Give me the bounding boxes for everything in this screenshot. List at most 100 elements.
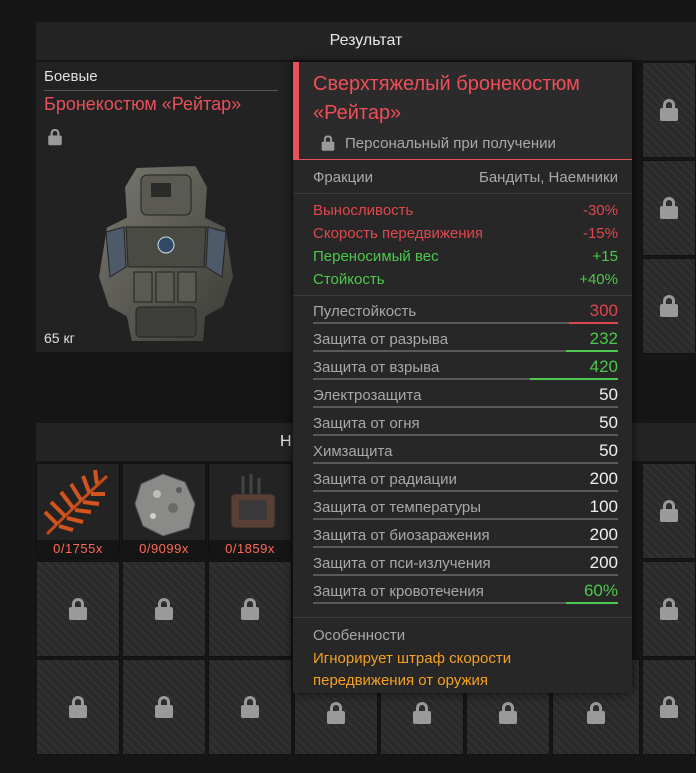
- rock-icon: [134, 473, 196, 537]
- lock-icon: [48, 128, 62, 146]
- locked-slot[interactable]: [208, 561, 292, 657]
- lock-icon: [660, 500, 678, 522]
- lock-icon: [660, 696, 678, 718]
- result-title: Результат: [329, 32, 403, 49]
- fern-icon: [43, 469, 109, 536]
- protection-value: 50: [599, 441, 618, 460]
- separator: [293, 193, 632, 194]
- protection-row: Защита от пси-излучения 200: [313, 552, 618, 578]
- protection-row: Защита от кровотечения 60%: [313, 580, 618, 606]
- protection-label: Защита от взрыва: [313, 359, 440, 376]
- material-count: 0/1859x: [209, 540, 291, 558]
- protection-bar-fill: [566, 350, 618, 352]
- divider: [44, 90, 278, 91]
- lock-icon: [241, 598, 259, 620]
- protection-label: Защита от биозаражения: [313, 527, 490, 544]
- modifier-row: Переносимый вес +15: [313, 248, 618, 265]
- locked-slot[interactable]: [122, 561, 206, 657]
- bind-status-label: Персональный при получении: [345, 134, 556, 152]
- modifier-row: Выносливость -30%: [313, 202, 618, 219]
- locked-slot[interactable]: [122, 659, 206, 755]
- protection-row: Электрозащита 50: [313, 384, 618, 410]
- protection-row: Защита от взрыва 420: [313, 356, 618, 382]
- protection-label: Химзащита: [313, 443, 393, 460]
- modifier-row: Стойкость +40%: [313, 271, 618, 288]
- tooltip-header: Сверхтяжелый бронекостюм «Рейтар» Персон…: [293, 62, 632, 160]
- protection-bar-track: [313, 490, 618, 492]
- lock-icon: [413, 702, 431, 724]
- features-label: Особенности: [313, 627, 406, 644]
- tooltip-title: Сверхтяжелый бронекостюм «Рейтар»: [313, 73, 580, 124]
- lock-icon: [660, 197, 678, 219]
- modifier-label: Переносимый вес: [313, 248, 439, 265]
- protection-bar-fill: [566, 602, 618, 604]
- protection-value: 200: [589, 553, 618, 572]
- modifier-value: +40%: [579, 271, 618, 288]
- locked-slot[interactable]: [208, 659, 292, 755]
- lock-icon: [660, 99, 678, 121]
- locked-slot[interactable]: [642, 258, 696, 354]
- protection-row: Химзащита 50: [313, 440, 618, 466]
- locked-slot[interactable]: [642, 160, 696, 256]
- protection-bar-track: [313, 462, 618, 464]
- lock-icon: [155, 598, 173, 620]
- protection-label: Защита от кровотечения: [313, 583, 484, 600]
- item-card[interactable]: Боевые Бронекостюм «Рейтар» 65 кг: [36, 62, 292, 352]
- item-tooltip: Сверхтяжелый бронекостюм «Рейтар» Персон…: [293, 62, 632, 693]
- modifier-value: -15%: [582, 225, 618, 242]
- locked-slot[interactable]: [642, 62, 696, 158]
- protection-value: 232: [589, 329, 618, 348]
- device-icon: [230, 474, 276, 529]
- protection-bar-track: [313, 518, 618, 520]
- protection-value: 300: [589, 301, 618, 320]
- lock-icon: [69, 598, 87, 620]
- lock-icon: [321, 135, 335, 151]
- lock-icon: [241, 696, 259, 718]
- protection-label: Защита от огня: [313, 415, 420, 432]
- protection-label: Защита от разрыва: [313, 331, 449, 348]
- protection-label: Пулестойкость: [313, 303, 417, 320]
- locked-slot[interactable]: [36, 561, 120, 657]
- result-header: Результат: [36, 22, 696, 60]
- protection-value: 200: [589, 525, 618, 544]
- lock-icon: [660, 295, 678, 317]
- lock-icon: [660, 598, 678, 620]
- material-slot[interactable]: 0/9099x: [122, 463, 206, 559]
- protection-bar-track: [313, 406, 618, 408]
- item-name: Бронекостюм «Рейтар»: [44, 94, 242, 114]
- locked-slot[interactable]: [642, 463, 696, 559]
- modifier-value: +15: [592, 248, 618, 265]
- locked-slot[interactable]: [642, 561, 696, 657]
- modifier-label: Скорость передвижения: [313, 225, 484, 242]
- material-count: 0/1755x: [37, 540, 119, 558]
- factions-label: Фракции: [313, 169, 373, 186]
- protection-bar-track: [313, 574, 618, 576]
- protection-value: 100: [589, 497, 618, 516]
- locked-slot[interactable]: [642, 659, 696, 755]
- material-slot[interactable]: 0/1755x: [36, 463, 120, 559]
- protection-bar-fill: [529, 378, 618, 380]
- locked-slot[interactable]: [36, 659, 120, 755]
- bind-status: Персональный при получении: [319, 132, 556, 154]
- factions-row: Фракции Бандиты, Наемники: [313, 169, 618, 186]
- protection-label: Защита от пси-излучения: [313, 555, 491, 572]
- protection-label: Защита от радиации: [313, 471, 457, 488]
- material-slot[interactable]: 0/1859x: [208, 463, 292, 559]
- lock-icon: [69, 696, 87, 718]
- protection-value: 50: [599, 413, 618, 432]
- protection-row: Защита от радиации 200: [313, 468, 618, 494]
- protection-row: Защита от биозаражения 200: [313, 524, 618, 550]
- lock-icon: [155, 696, 173, 718]
- lock-icon: [499, 702, 517, 724]
- item-weight: 65 кг: [44, 330, 75, 346]
- protection-row: Защита от огня 50: [313, 412, 618, 438]
- lock-icon: [587, 702, 605, 724]
- protection-row: Пулестойкость 300: [313, 300, 618, 326]
- modifier-label: Стойкость: [313, 271, 385, 288]
- protection-bar-track: [313, 546, 618, 548]
- protection-value: 420: [589, 357, 618, 376]
- modifier-value: -30%: [582, 202, 618, 219]
- armor-image: [96, 163, 236, 343]
- protection-label: Электрозащита: [313, 387, 422, 404]
- features-text: Игнорирует штраф скорости передвижения о…: [313, 650, 512, 689]
